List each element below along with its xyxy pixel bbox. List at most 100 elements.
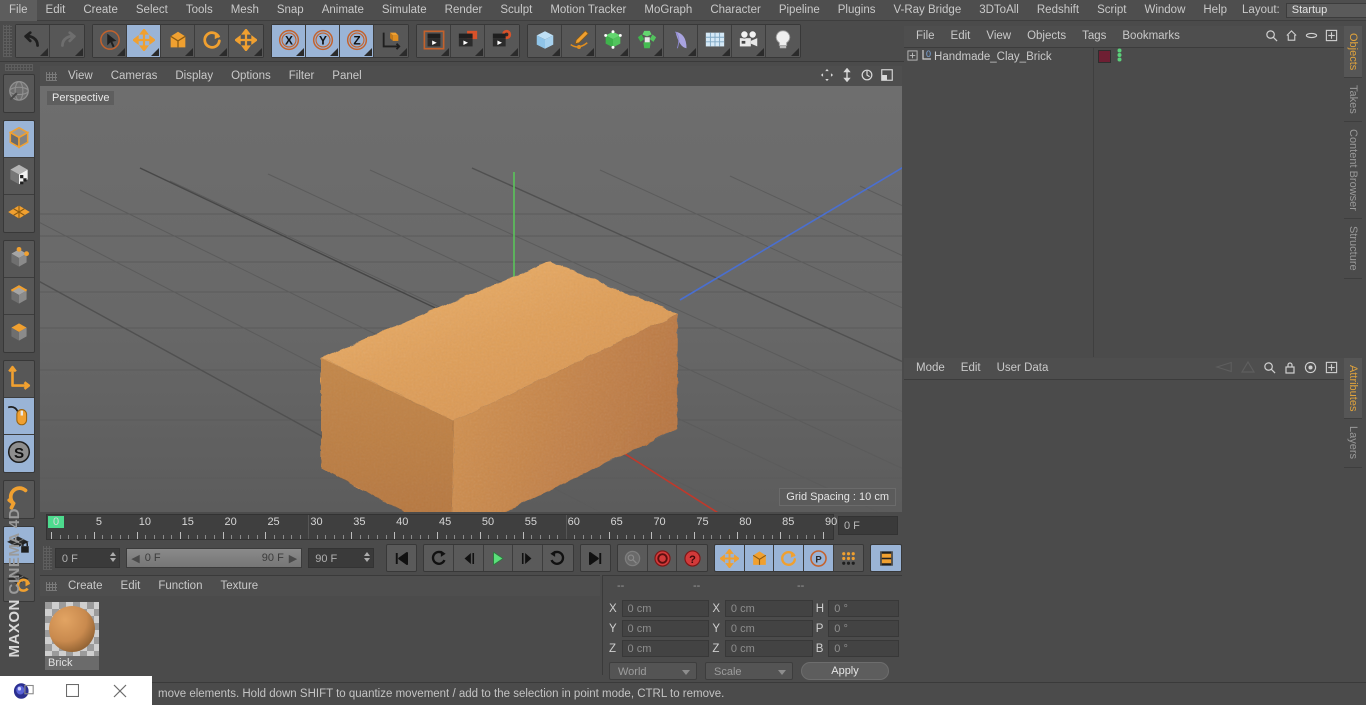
popup-corner-icon[interactable] [552,48,560,56]
coord-field-rot-b[interactable]: 0 ° [828,640,899,657]
next-keyframe-button[interactable] [542,545,573,571]
plus-box-icon[interactable] [1325,361,1338,377]
material-menu-edit[interactable]: Edit [112,576,150,596]
current-frame-field[interactable]: 0 F [838,516,898,535]
attribute-manager-body[interactable] [904,379,1344,675]
tab-content-browser[interactable]: Content Browser [1344,122,1362,219]
menu-v-ray-bridge[interactable]: V-Ray Bridge [884,0,970,21]
timeline-end-field[interactable]: 90 F [308,548,374,568]
toolbar-grip-icon[interactable] [3,25,12,57]
timeline-start-field[interactable]: 0 F [54,548,121,568]
next-arrow-icon[interactable] [1240,360,1256,376]
record-rotation-button[interactable] [774,545,805,571]
stepper-icon[interactable] [363,552,370,562]
timeline-ruler[interactable]: 0 5 10 15 20 25 30 35 40 45 50 55 60 65 70 75 80 85 90 [46,514,837,540]
popup-corner-icon[interactable] [756,48,764,56]
model-mode-button[interactable] [4,121,34,158]
coord-field-pos-z[interactable]: 0 cm [621,640,710,657]
lock-icon[interactable] [1284,361,1296,377]
popup-corner-icon[interactable] [364,48,372,56]
panel-grip-icon[interactable] [46,71,57,81]
range-right-arrow-icon[interactable]: ▶ [289,552,297,565]
record-position-button[interactable] [715,545,745,571]
tab-objects[interactable]: Objects [1344,26,1362,79]
menu-file[interactable]: File [0,0,37,21]
keyframe-help-button[interactable]: ? [677,545,708,571]
camera-button[interactable] [732,25,766,57]
menu-snap[interactable]: Snap [268,0,313,21]
texture-mode-button[interactable] [4,158,34,195]
coordinate-mode-dropdown[interactable]: Scale [705,662,793,680]
keyframe-selection-button[interactable] [871,545,902,571]
viewport-menu-filter[interactable]: Filter [280,66,324,86]
popup-corner-icon[interactable] [399,48,407,56]
popup-corner-icon[interactable] [219,48,227,56]
menu-animate[interactable]: Animate [313,0,373,21]
light-button[interactable] [766,25,800,57]
menu-pipeline[interactable]: Pipeline [770,0,829,21]
prev-arrow-icon[interactable] [1214,361,1233,376]
attribute-menu-edit[interactable]: Edit [953,358,989,379]
coord-field-rot-h[interactable]: 0 ° [828,600,899,617]
render-settings-button[interactable] [485,25,519,57]
apply-button[interactable]: Apply [801,662,889,680]
tab-takes[interactable]: Takes [1344,78,1362,123]
menu-3dtoall[interactable]: 3DToAll [970,0,1028,21]
popup-corner-icon[interactable] [185,48,193,56]
menu-mograph[interactable]: MoGraph [635,0,701,21]
go-to-start-button[interactable] [386,545,417,571]
record-parameter-button[interactable]: P [804,545,834,571]
anim-grip-icon[interactable] [43,546,52,570]
ellipse-icon[interactable] [1305,29,1318,45]
popup-corner-icon[interactable] [688,48,696,56]
move-dup-button[interactable] [229,25,263,57]
coord-field-size-x[interactable]: 0 cm [724,600,813,617]
menu-help[interactable]: Help [1194,0,1236,21]
menu-redshift[interactable]: Redshift [1028,0,1088,21]
scale-button[interactable] [161,25,195,57]
range-left-arrow-icon[interactable]: ◀ [131,552,139,565]
coordinate-system-dropdown[interactable]: World [609,662,697,680]
viewport-menu-panel[interactable]: Panel [323,66,370,86]
nurbs-button[interactable] [596,25,630,57]
menu-motion-tracker[interactable]: Motion Tracker [541,0,635,21]
move-button[interactable] [127,25,161,57]
panel-grip-icon[interactable] [46,581,57,591]
menu-character[interactable]: Character [701,0,770,21]
coord-field-pos-y[interactable]: 0 cm [621,620,710,637]
workplane-button[interactable] [4,195,34,232]
points-mode-button[interactable] [4,241,34,278]
add-spline-button[interactable] [562,25,596,57]
render-view-button[interactable] [417,25,451,57]
stepper-icon[interactable] [110,552,117,562]
tab-structure[interactable]: Structure [1344,218,1362,279]
menu-script[interactable]: Script [1088,0,1135,21]
add-cube-button[interactable] [528,25,562,57]
mode-edit-button[interactable] [4,75,34,112]
material-menu-function[interactable]: Function [149,576,211,596]
popup-corner-icon[interactable] [151,48,159,56]
app-icon[interactable] [0,676,48,705]
play-button[interactable] [483,545,514,571]
render-to-picture-viewer-button[interactable] [451,25,485,57]
world-coordinates-button[interactable] [374,25,408,57]
previous-keyframe-button[interactable] [424,545,454,571]
layout-dropdown[interactable]: Startup [1285,2,1366,18]
rotate-icon[interactable] [860,68,874,85]
live-selection-button[interactable] [93,25,127,57]
viewport-solo-button[interactable] [4,398,34,435]
tab-attributes[interactable]: Attributes [1344,358,1362,420]
axis-z-button[interactable]: Z [340,25,374,57]
search-icon[interactable] [1263,361,1276,377]
home-icon[interactable] [1285,29,1298,45]
popup-corner-icon[interactable] [330,48,338,56]
coord-field-size-y[interactable]: 0 cm [724,620,813,637]
popup-corner-icon[interactable] [510,48,518,56]
viewport-menu-display[interactable]: Display [166,66,222,86]
perspective-viewport[interactable]: Y Z X Perspective Grid Spacing : 10 cm [40,86,902,512]
popup-corner-icon[interactable] [75,48,83,56]
undo-button[interactable] [16,25,50,57]
popup-corner-icon[interactable] [117,48,125,56]
object-menu-objects[interactable]: Objects [1019,26,1074,47]
menu-sculpt[interactable]: Sculpt [491,0,541,21]
